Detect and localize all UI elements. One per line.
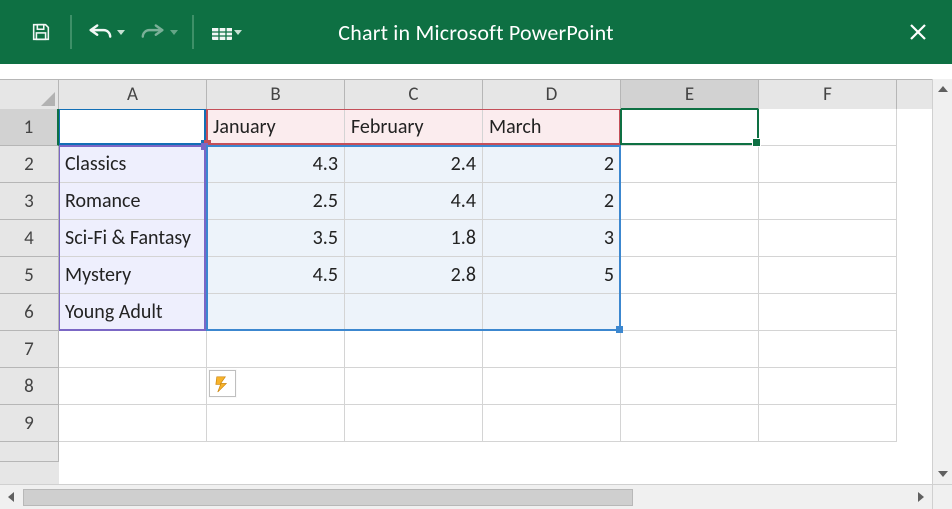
cell-B9[interactable]: [207, 405, 345, 442]
cell-C5[interactable]: 2.8: [345, 257, 483, 294]
cell-F7[interactable]: [759, 331, 897, 368]
cell-D3[interactable]: 2: [483, 183, 621, 220]
close-button[interactable]: [904, 18, 932, 46]
scroll-down-button[interactable]: [933, 464, 952, 484]
cell-A9[interactable]: [59, 405, 207, 442]
cell-A7[interactable]: [59, 331, 207, 368]
column-headers: A B C D E F: [0, 79, 932, 109]
cell-D7[interactable]: [483, 331, 621, 368]
redo-dropdown-caret-icon: [170, 30, 178, 35]
cell-A8[interactable]: [59, 368, 207, 405]
row-header-7[interactable]: 7: [0, 331, 59, 368]
row-header-10[interactable]: [0, 442, 59, 462]
cell-C4[interactable]: 1.8: [345, 220, 483, 257]
cell-F4[interactable]: [759, 220, 897, 257]
cell-B2[interactable]: 4.3: [207, 146, 345, 183]
vertical-scroll-track[interactable]: [933, 99, 952, 464]
col-header-F[interactable]: F: [759, 80, 897, 110]
cell-D5[interactable]: 5: [483, 257, 621, 294]
row-header-4[interactable]: 4: [0, 220, 59, 257]
cell-B3[interactable]: 2.5: [207, 183, 345, 220]
cell-E6[interactable]: [621, 294, 759, 331]
cell-F5[interactable]: [759, 257, 897, 294]
customize-datasheet-button[interactable]: [204, 13, 248, 51]
horizontal-scrollbar[interactable]: [0, 484, 932, 509]
scroll-left-button[interactable]: [0, 485, 22, 509]
customize-caret-icon[interactable]: [234, 30, 242, 35]
row-header-5[interactable]: 5: [0, 257, 59, 294]
cell-A6[interactable]: Young Adult: [59, 294, 207, 331]
quick-access-toolbar: [0, 0, 254, 64]
cell-F9[interactable]: [759, 405, 897, 442]
cell-E9[interactable]: [621, 405, 759, 442]
cell-D2[interactable]: 2: [483, 146, 621, 183]
cell-A2[interactable]: Classics: [59, 146, 207, 183]
cell-B1[interactable]: January: [207, 109, 345, 146]
cell-C7[interactable]: [345, 331, 483, 368]
worksheet: A B C D E F 1 2 3 4 5 6 7 8 9 January: [0, 79, 952, 509]
undo-dropdown-caret-icon[interactable]: [117, 30, 125, 35]
cell-F6[interactable]: [759, 294, 897, 331]
cells-grid[interactable]: January February March Classics 4.3 2.4 …: [59, 109, 932, 484]
col-header-C[interactable]: C: [345, 80, 483, 110]
cell-B6[interactable]: [207, 294, 345, 331]
select-all-corner[interactable]: [0, 80, 59, 110]
toolbar-separator: [70, 15, 72, 49]
cell-D1[interactable]: March: [483, 109, 621, 146]
cell-A1[interactable]: [59, 109, 207, 146]
cell-B5[interactable]: 4.5: [207, 257, 345, 294]
cell-B7[interactable]: [207, 331, 345, 368]
cell-C9[interactable]: [345, 405, 483, 442]
cell-D9[interactable]: [483, 405, 621, 442]
cell-E5[interactable]: [621, 257, 759, 294]
cell-C3[interactable]: 4.4: [345, 183, 483, 220]
cell-E3[interactable]: [621, 183, 759, 220]
cell-E2[interactable]: [621, 146, 759, 183]
cell-D6[interactable]: [483, 294, 621, 331]
row-header-8[interactable]: 8: [0, 368, 59, 405]
row-header-2[interactable]: 2: [0, 146, 59, 183]
row-header-9[interactable]: 9: [0, 405, 59, 442]
cell-D4[interactable]: 3: [483, 220, 621, 257]
cell-A4[interactable]: Sci-Fi & Fantasy: [59, 220, 207, 257]
scroll-right-button[interactable]: [910, 485, 932, 509]
cell-F1[interactable]: [759, 109, 897, 146]
titlebar: Chart in Microsoft PowerPoint: [0, 0, 952, 64]
cell-D8[interactable]: [483, 368, 621, 405]
col-header-B[interactable]: B: [207, 80, 345, 110]
cell-B4[interactable]: 3.5: [207, 220, 345, 257]
quick-analysis-button[interactable]: [209, 370, 236, 397]
cell-C1[interactable]: February: [345, 109, 483, 146]
toolbar-separator: [192, 15, 194, 49]
row-header-6[interactable]: 6: [0, 294, 59, 331]
cell-C2[interactable]: 2.4: [345, 146, 483, 183]
col-header-A[interactable]: A: [59, 80, 207, 110]
cell-F3[interactable]: [759, 183, 897, 220]
row-header-3[interactable]: 3: [0, 183, 59, 220]
vertical-scrollbar[interactable]: [932, 79, 952, 484]
col-header-D[interactable]: D: [483, 80, 621, 110]
cell-A3[interactable]: Romance: [59, 183, 207, 220]
cell-C6[interactable]: [345, 294, 483, 331]
cell-E1[interactable]: [621, 109, 759, 146]
cell-F8[interactable]: [759, 368, 897, 405]
redo-button: [136, 13, 182, 51]
col-header-E[interactable]: E: [621, 80, 759, 110]
cell-E8[interactable]: [621, 368, 759, 405]
cell-E4[interactable]: [621, 220, 759, 257]
cell-A5[interactable]: Mystery: [59, 257, 207, 294]
row-header-1[interactable]: 1: [0, 109, 59, 146]
scroll-up-button[interactable]: [933, 79, 952, 99]
horizontal-scroll-thumb[interactable]: [23, 489, 633, 506]
cell-E7[interactable]: [621, 331, 759, 368]
undo-button[interactable]: [82, 13, 130, 51]
save-button[interactable]: [22, 13, 60, 51]
row-headers: 1 2 3 4 5 6 7 8 9: [0, 109, 59, 484]
scrollbar-corner: [932, 484, 952, 509]
cell-F2[interactable]: [759, 146, 897, 183]
cell-C8[interactable]: [345, 368, 483, 405]
